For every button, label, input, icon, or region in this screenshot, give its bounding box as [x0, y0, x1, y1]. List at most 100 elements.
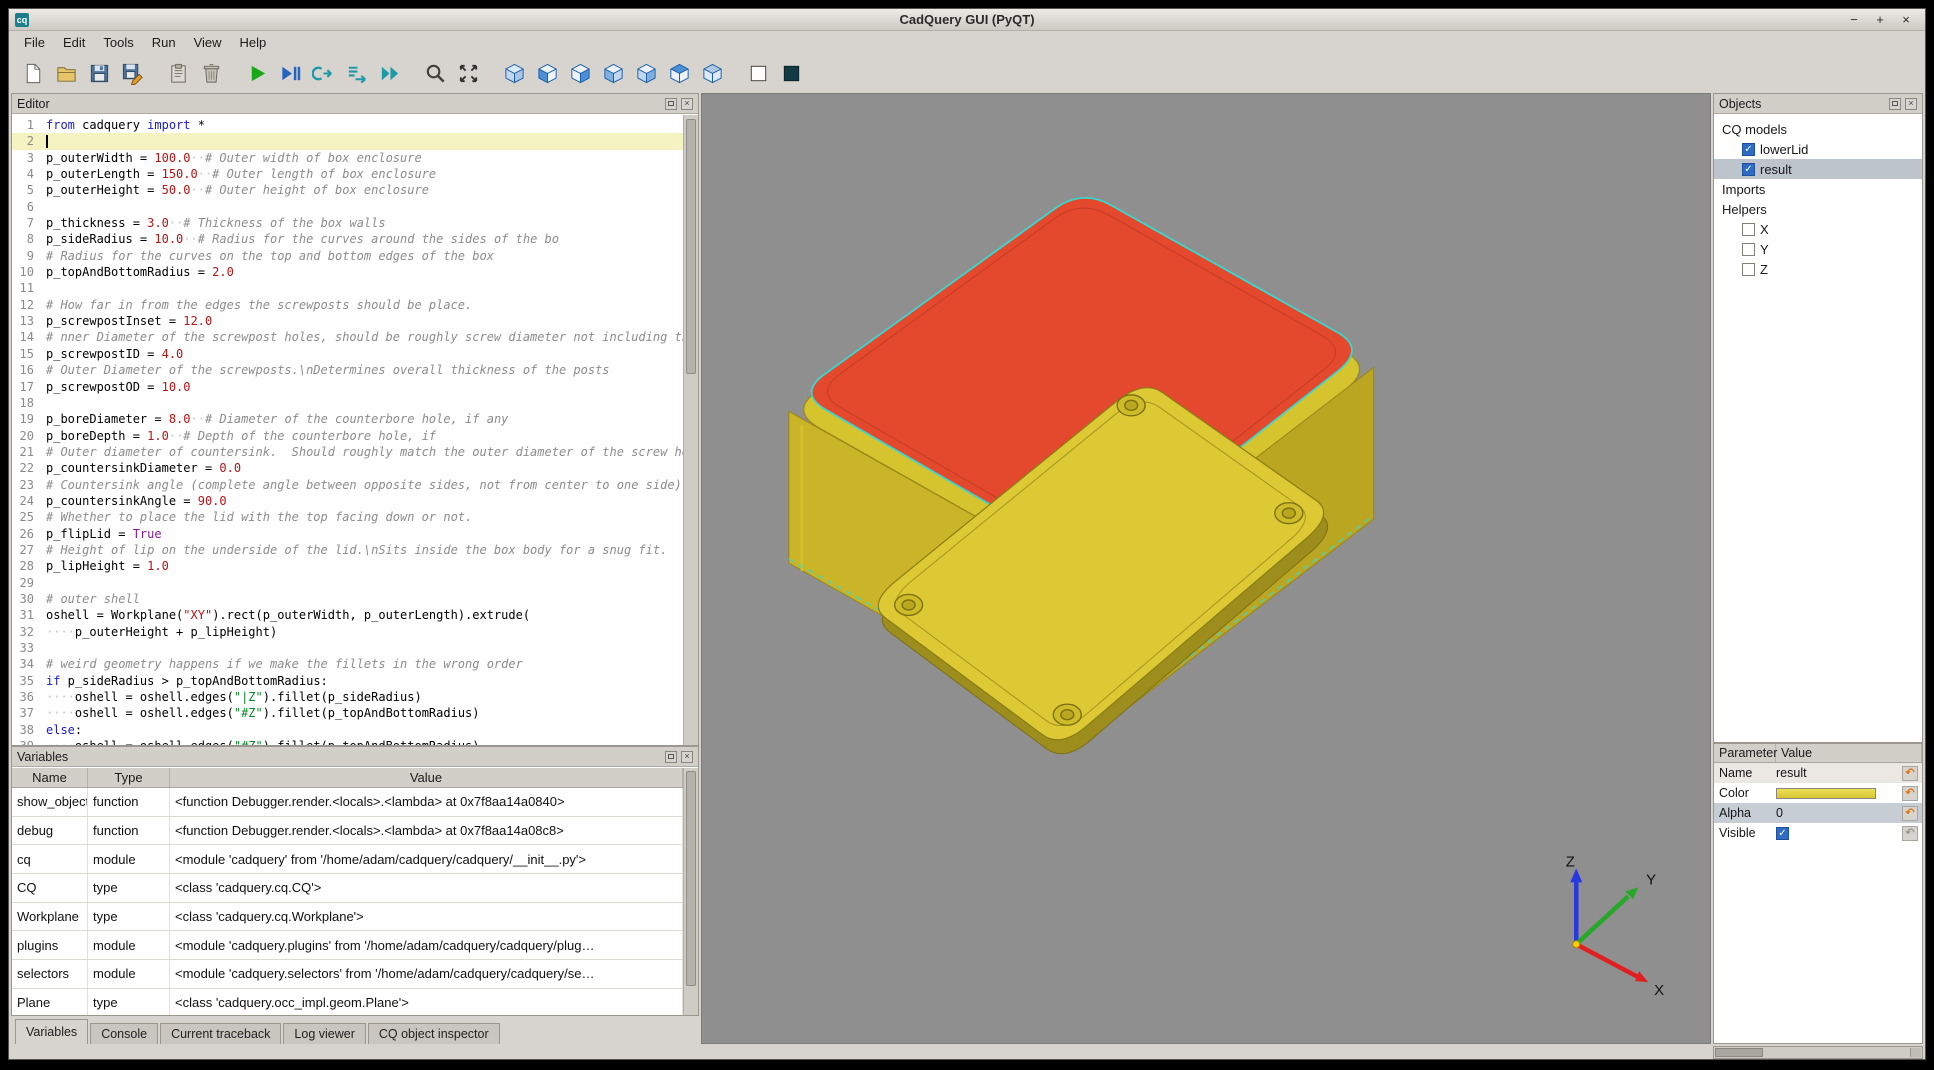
code-line-26[interactable]: 26p_flipLid = True	[12, 526, 683, 542]
minimize-button[interactable]: −	[1847, 12, 1861, 27]
code-line-1[interactable]: 1from cadquery import *	[12, 117, 683, 133]
code-line-16[interactable]: 16# Outer Diameter of the screwposts.\nD…	[12, 362, 683, 378]
code-line-24[interactable]: 24p_countersinkAngle = 90.0	[12, 493, 683, 509]
visible-checkbox[interactable]: ✓	[1776, 827, 1789, 840]
menu-item-edit[interactable]: Edit	[54, 33, 94, 52]
table-row-show-object[interactable]: show_objectfunction<function Debugger.re…	[12, 788, 683, 817]
tree-item-helpers[interactable]: Helpers	[1714, 199, 1922, 219]
tab-current-traceback[interactable]: Current traceback	[160, 1023, 281, 1044]
editor-scrollbar[interactable]	[683, 115, 698, 745]
code-line-18[interactable]: 18	[12, 395, 683, 411]
code-line-38[interactable]: 38else:	[12, 722, 683, 738]
code-line-6[interactable]: 6	[12, 199, 683, 215]
variables-scrollbar[interactable]	[683, 768, 698, 1015]
cube-front-icon[interactable]	[533, 59, 561, 87]
menu-item-help[interactable]: Help	[231, 33, 276, 52]
code-line-27[interactable]: 27# Height of lip on the underside of th…	[12, 542, 683, 558]
wireframe-icon[interactable]	[744, 59, 772, 87]
cube-iso-icon[interactable]	[500, 59, 528, 87]
float-icon[interactable]	[665, 98, 677, 110]
tab-log-viewer[interactable]: Log viewer	[283, 1023, 365, 1044]
code-line-35[interactable]: 35if p_sideRadius > p_topAndBottomRadius…	[12, 673, 683, 689]
cube-left-icon[interactable]	[599, 59, 627, 87]
tree-item-result[interactable]: ✓result	[1714, 159, 1922, 179]
code-line-29[interactable]: 29	[12, 575, 683, 591]
param-row-visible[interactable]: Visible✓↶	[1714, 823, 1922, 843]
param-row-alpha[interactable]: Alpha0↶	[1714, 803, 1922, 823]
tree-item-cq-models[interactable]: CQ models	[1714, 119, 1922, 139]
code-line-39[interactable]: 39····oshell = oshell.edges("#Z").fillet…	[12, 738, 683, 745]
reset-icon[interactable]: ↶	[1902, 826, 1918, 841]
code-line-7[interactable]: 7p_thickness = 3.0··# Thickness of the b…	[12, 215, 683, 231]
cube-right-icon[interactable]	[632, 59, 660, 87]
param-hscrollbar[interactable]	[1713, 1046, 1923, 1059]
cube-top-icon[interactable]	[665, 59, 693, 87]
open-file-icon[interactable]	[52, 59, 80, 87]
reset-icon[interactable]: ↶	[1902, 806, 1918, 821]
maximize-button[interactable]: +	[1873, 12, 1887, 27]
code-line-31[interactable]: 31oshell = Workplane("XY").rect(p_outerW…	[12, 607, 683, 623]
tab-cq-object-inspector[interactable]: CQ object inspector	[368, 1023, 500, 1044]
run-icon[interactable]	[243, 59, 271, 87]
table-row-selectors[interactable]: selectorsmodule<module 'cadquery.selecto…	[12, 960, 683, 989]
fast-forward-icon[interactable]	[375, 59, 403, 87]
code-line-5[interactable]: 5p_outerHeight = 50.0··# Outer height of…	[12, 182, 683, 198]
step-continue-icon[interactable]	[309, 59, 337, 87]
table-row-cq[interactable]: CQtype<class 'cadquery.cq.CQ'>	[12, 874, 683, 903]
shaded-icon[interactable]	[777, 59, 805, 87]
reset-icon[interactable]: ↶	[1902, 766, 1918, 781]
tree-item-lowerlid[interactable]: ✓lowerLid	[1714, 139, 1922, 159]
table-row-cq[interactable]: cqmodule<module 'cadquery' from '/home/a…	[12, 845, 683, 874]
code-line-8[interactable]: 8p_sideRadius = 10.0··# Radius for the c…	[12, 231, 683, 247]
cube-back-icon[interactable]	[566, 59, 594, 87]
code-line-14[interactable]: 14# nner Diameter of the screwpost holes…	[12, 329, 683, 345]
param-row-name[interactable]: Nameresult↶	[1714, 763, 1922, 783]
code-line-34[interactable]: 34# weird geometry happens if we make th…	[12, 656, 683, 672]
code-line-20[interactable]: 20p_boreDepth = 1.0··# Depth of the coun…	[12, 428, 683, 444]
code-line-17[interactable]: 17p_screwpostOD = 10.0	[12, 379, 683, 395]
cube-bottom-icon[interactable]	[698, 59, 726, 87]
table-row-plane[interactable]: Planetype<class 'cadquery.occ_impl.geom.…	[12, 989, 683, 1015]
tab-variables[interactable]: Variables	[15, 1019, 88, 1044]
new-file-icon[interactable]	[19, 59, 47, 87]
save-as-icon[interactable]	[118, 59, 146, 87]
param-row-color[interactable]: Color↶	[1714, 783, 1922, 803]
code-line-10[interactable]: 10p_topAndBottomRadius = 2.0	[12, 264, 683, 280]
close-icon[interactable]: ×	[1905, 98, 1917, 110]
checkbox-z[interactable]	[1742, 263, 1755, 276]
fit-all-icon[interactable]	[454, 59, 482, 87]
close-icon[interactable]: ×	[681, 98, 693, 110]
code-editor[interactable]: 1from cadquery import *23p_outerWidth = …	[12, 115, 698, 745]
reset-icon[interactable]: ↶	[1902, 786, 1918, 801]
code-line-15[interactable]: 15p_screwpostID = 4.0	[12, 346, 683, 362]
code-line-2[interactable]: 2	[12, 133, 683, 149]
tab-console[interactable]: Console	[90, 1023, 158, 1044]
code-line-28[interactable]: 28p_lipHeight = 1.0	[12, 558, 683, 574]
tree-item-x[interactable]: X	[1714, 219, 1922, 239]
code-line-12[interactable]: 12# How far in from the edges the screwp…	[12, 297, 683, 313]
code-line-13[interactable]: 13p_screwpostInset = 12.0	[12, 313, 683, 329]
resize-grip[interactable]	[1910, 1048, 1921, 1057]
menu-item-tools[interactable]: Tools	[94, 33, 142, 52]
float-icon[interactable]	[665, 751, 677, 763]
save-file-icon[interactable]	[85, 59, 113, 87]
code-line-9[interactable]: 9# Radius for the curves on the top and …	[12, 248, 683, 264]
code-line-22[interactable]: 22p_countersinkDiameter = 0.0	[12, 460, 683, 476]
param-col-parameter[interactable]: Parameter	[1714, 744, 1776, 762]
step-over-icon[interactable]	[342, 59, 370, 87]
code-line-32[interactable]: 32····p_outerHeight + p_lipHeight)	[12, 624, 683, 640]
code-line-21[interactable]: 21# Outer diameter of countersink. Shoul…	[12, 444, 683, 460]
tree-item-z[interactable]: Z	[1714, 259, 1922, 279]
code-line-19[interactable]: 19p_boreDiameter = 8.0··# Diameter of th…	[12, 411, 683, 427]
close-icon[interactable]: ×	[681, 751, 693, 763]
variables-col-name[interactable]: Name	[12, 768, 88, 787]
trash-icon[interactable]	[197, 59, 225, 87]
code-line-25[interactable]: 25# Whether to place the lid with the to…	[12, 509, 683, 525]
debug-icon[interactable]	[276, 59, 304, 87]
checkbox-lowerlid[interactable]: ✓	[1742, 143, 1755, 156]
variables-scrollbar-thumb[interactable]	[686, 771, 696, 986]
code-line-30[interactable]: 30# outer shell	[12, 591, 683, 607]
zoom-icon[interactable]	[421, 59, 449, 87]
code-line-36[interactable]: 36····oshell = oshell.edges("|Z").fillet…	[12, 689, 683, 705]
table-row-plugins[interactable]: pluginsmodule<module 'cadquery.plugins' …	[12, 931, 683, 960]
